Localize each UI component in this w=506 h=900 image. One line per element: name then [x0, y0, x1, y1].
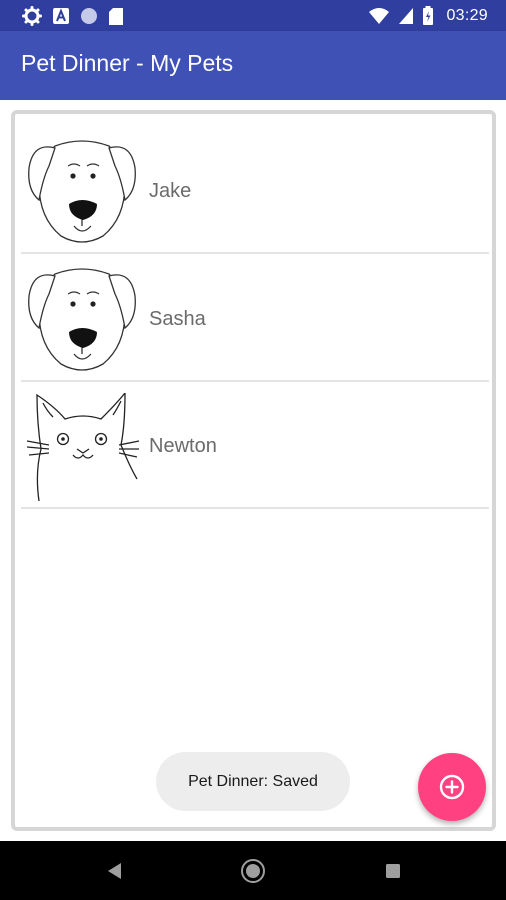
- cat-icon: [26, 393, 139, 502]
- dog-icon: [28, 140, 136, 243]
- battery-icon: [423, 6, 434, 25]
- app-bar: Pet Dinner - My Pets: [0, 31, 506, 100]
- back-button[interactable]: [100, 857, 128, 885]
- pet-list: Jake Sasha Newton: [11, 110, 496, 831]
- wifi-icon: [369, 8, 390, 24]
- main-content: Jake Sasha Newton Pet Dinner: Saved: [0, 100, 506, 841]
- dog-icon: [28, 268, 136, 371]
- status-notification-icons: [22, 6, 124, 26]
- add-pet-button[interactable]: [418, 753, 486, 821]
- home-button[interactable]: [239, 857, 267, 885]
- pet-name: Jake: [149, 180, 192, 202]
- navigation-bar: [0, 841, 506, 900]
- status-system-icons: 03:29: [368, 5, 488, 27]
- home-icon: [241, 859, 265, 883]
- recents-button[interactable]: [379, 857, 407, 885]
- gear-icon: [22, 6, 42, 26]
- pet-list-item-jake[interactable]: Jake: [21, 128, 489, 254]
- status-time: 03:29: [446, 7, 488, 24]
- status-bar: 03:29: [0, 0, 506, 31]
- pet-list-item-newton[interactable]: Newton: [21, 383, 489, 509]
- toast-message: Pet Dinner: Saved: [156, 752, 350, 811]
- pet-list-item-sasha[interactable]: Sasha: [21, 256, 489, 382]
- add-circle-icon: [439, 774, 465, 800]
- pet-name: Newton: [149, 435, 217, 457]
- page-title: Pet Dinner - My Pets: [21, 50, 234, 76]
- signal-icon: [399, 8, 414, 24]
- recents-icon: [386, 864, 400, 878]
- back-icon: [108, 863, 121, 879]
- pet-name: Sasha: [149, 308, 206, 330]
- a-icon: [53, 8, 69, 24]
- circle-icon: [81, 8, 97, 24]
- sd-card-icon: [109, 7, 123, 25]
